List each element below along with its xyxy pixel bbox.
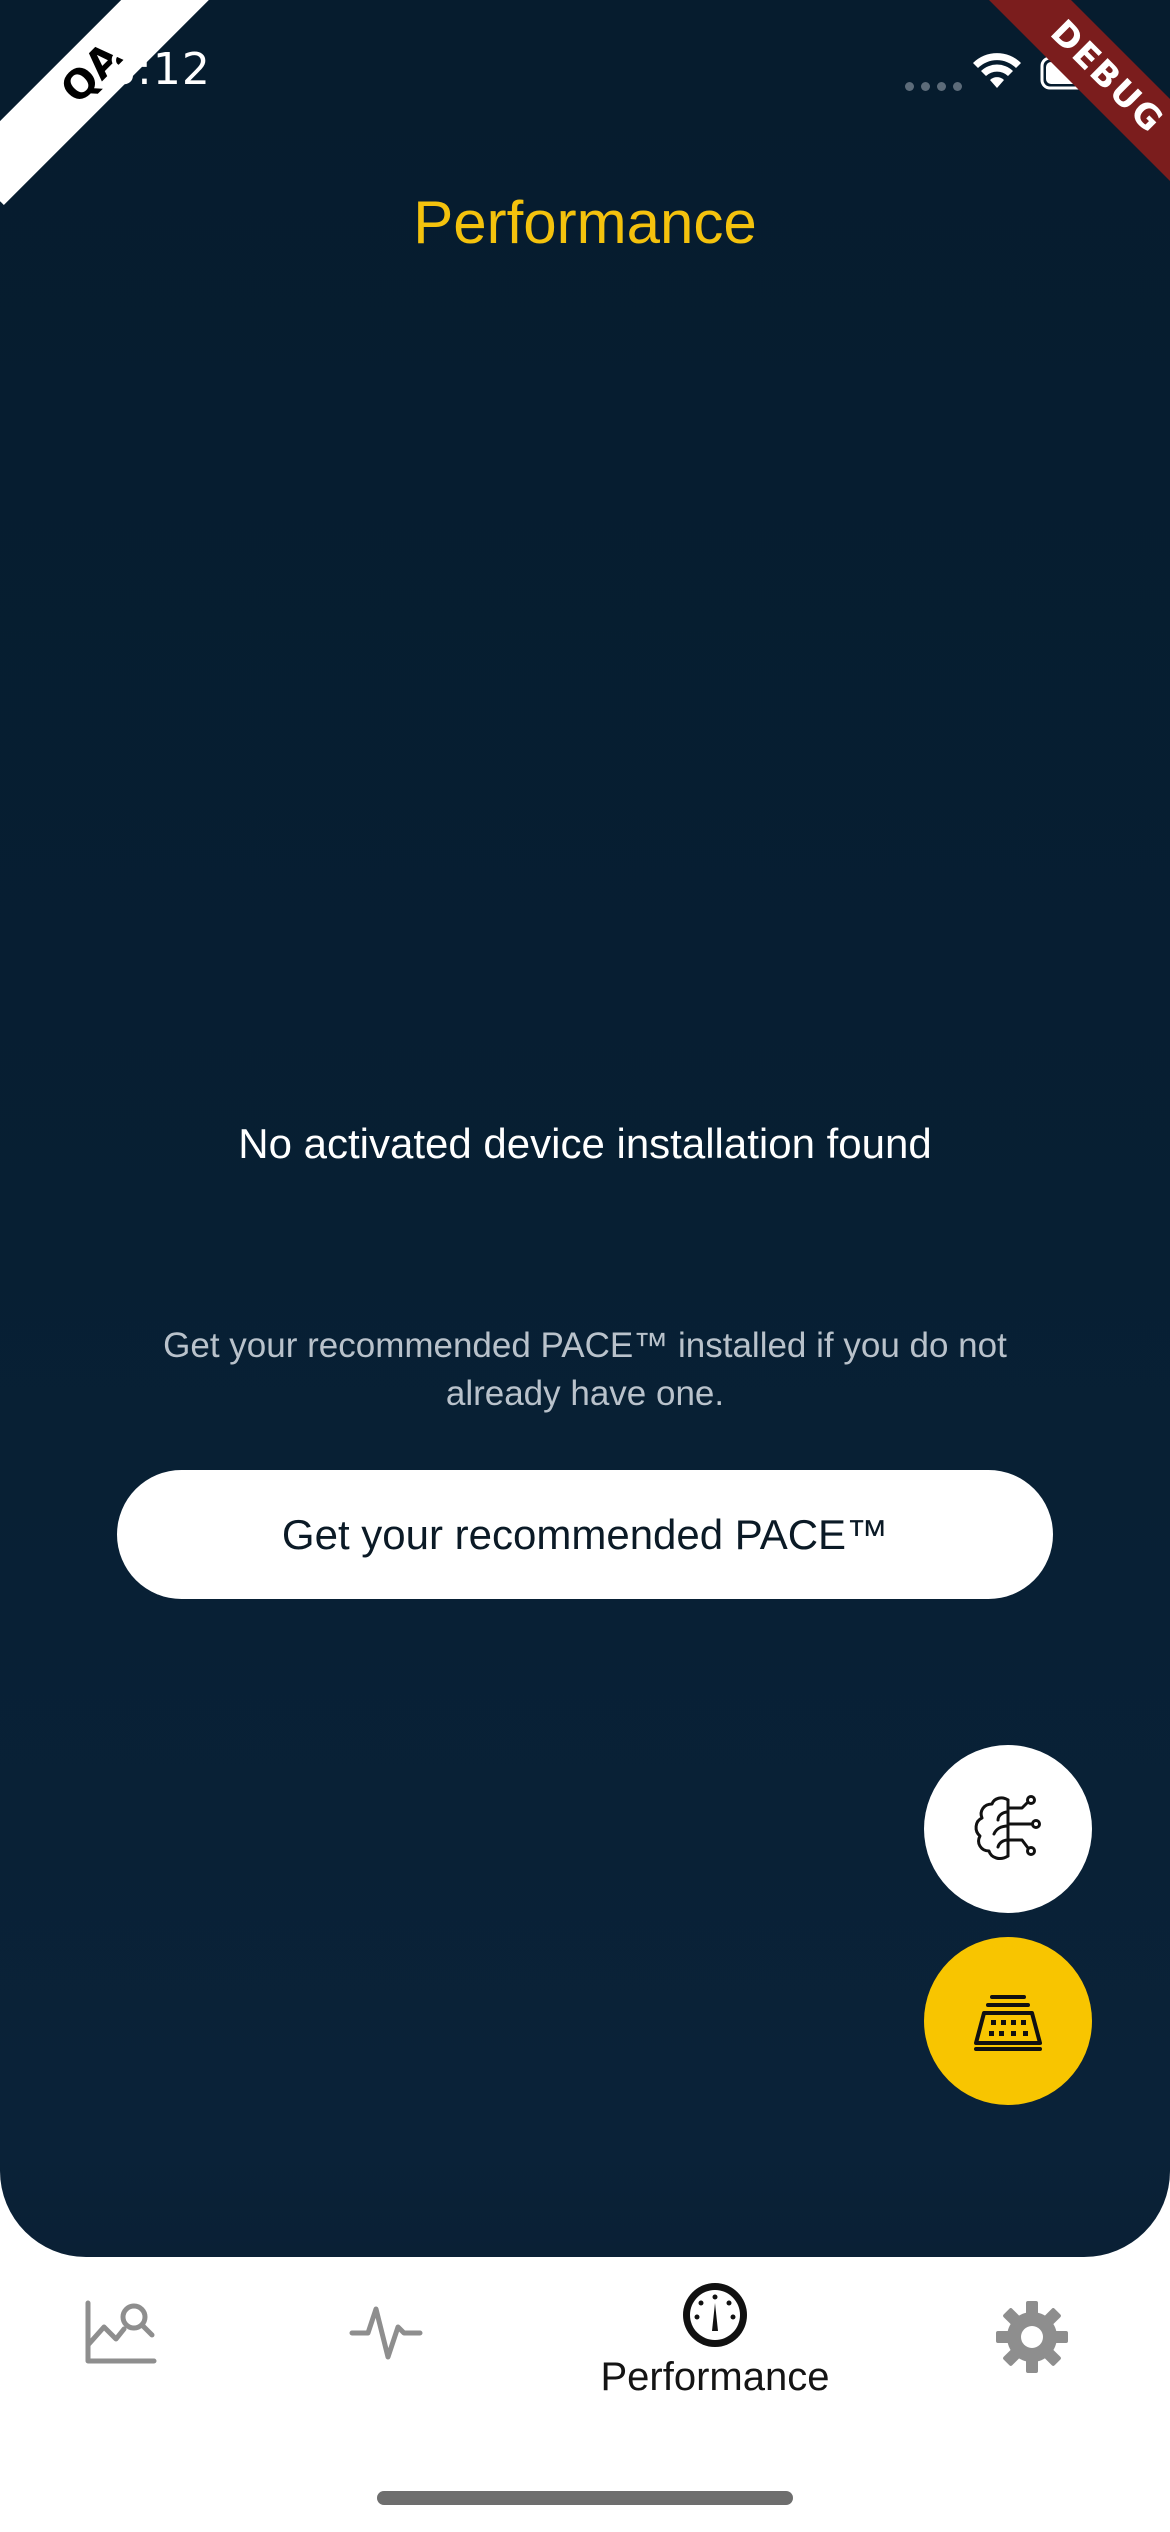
page-title: Performance xyxy=(413,189,757,256)
empty-state-title: No activated device installation found xyxy=(238,1120,932,1167)
nav-item-activity[interactable] xyxy=(348,2299,424,2365)
nav-item-performance[interactable]: Performance xyxy=(580,2279,850,2400)
heartbeat-icon xyxy=(349,2306,423,2360)
brain-circuit-icon xyxy=(974,1795,1041,1860)
wifi-icon xyxy=(973,53,1021,88)
cellular-signal-icon xyxy=(905,82,962,91)
home-indicator xyxy=(377,2491,793,2505)
qa-ribbon: QA xyxy=(0,0,216,205)
nav-item-performance-label: Performance xyxy=(600,2355,830,2399)
nav-item-settings[interactable] xyxy=(994,2299,1070,2375)
device-install-icon xyxy=(974,1995,1042,2051)
chart-search-icon xyxy=(85,2300,157,2364)
gear-icon xyxy=(996,2301,1068,2373)
get-recommended-pace-button-label: Get your recommended PACE™ xyxy=(281,1510,889,1558)
device-install-fab-button[interactable] xyxy=(924,1937,1092,2105)
debug-banner: DEBUG xyxy=(983,0,1170,201)
brain-fab-button[interactable] xyxy=(924,1745,1092,1913)
get-recommended-pace-button[interactable]: Get your recommended PACE™ xyxy=(117,1470,1053,1599)
status-time: 8:12 xyxy=(108,44,211,95)
speedometer-icon xyxy=(683,2283,747,2347)
app-screen: QA 8:12 DEBUG Performance No activated d… xyxy=(0,0,1170,2532)
nav-item-insights[interactable] xyxy=(82,2299,158,2365)
empty-state-description: Get your recommended PACE™ installed if … xyxy=(163,1326,1007,1413)
main-panel: QA 8:12 DEBUG Performance No activated d… xyxy=(0,0,1170,2257)
bottom-navigation-bar: Performance xyxy=(0,2257,1170,2457)
